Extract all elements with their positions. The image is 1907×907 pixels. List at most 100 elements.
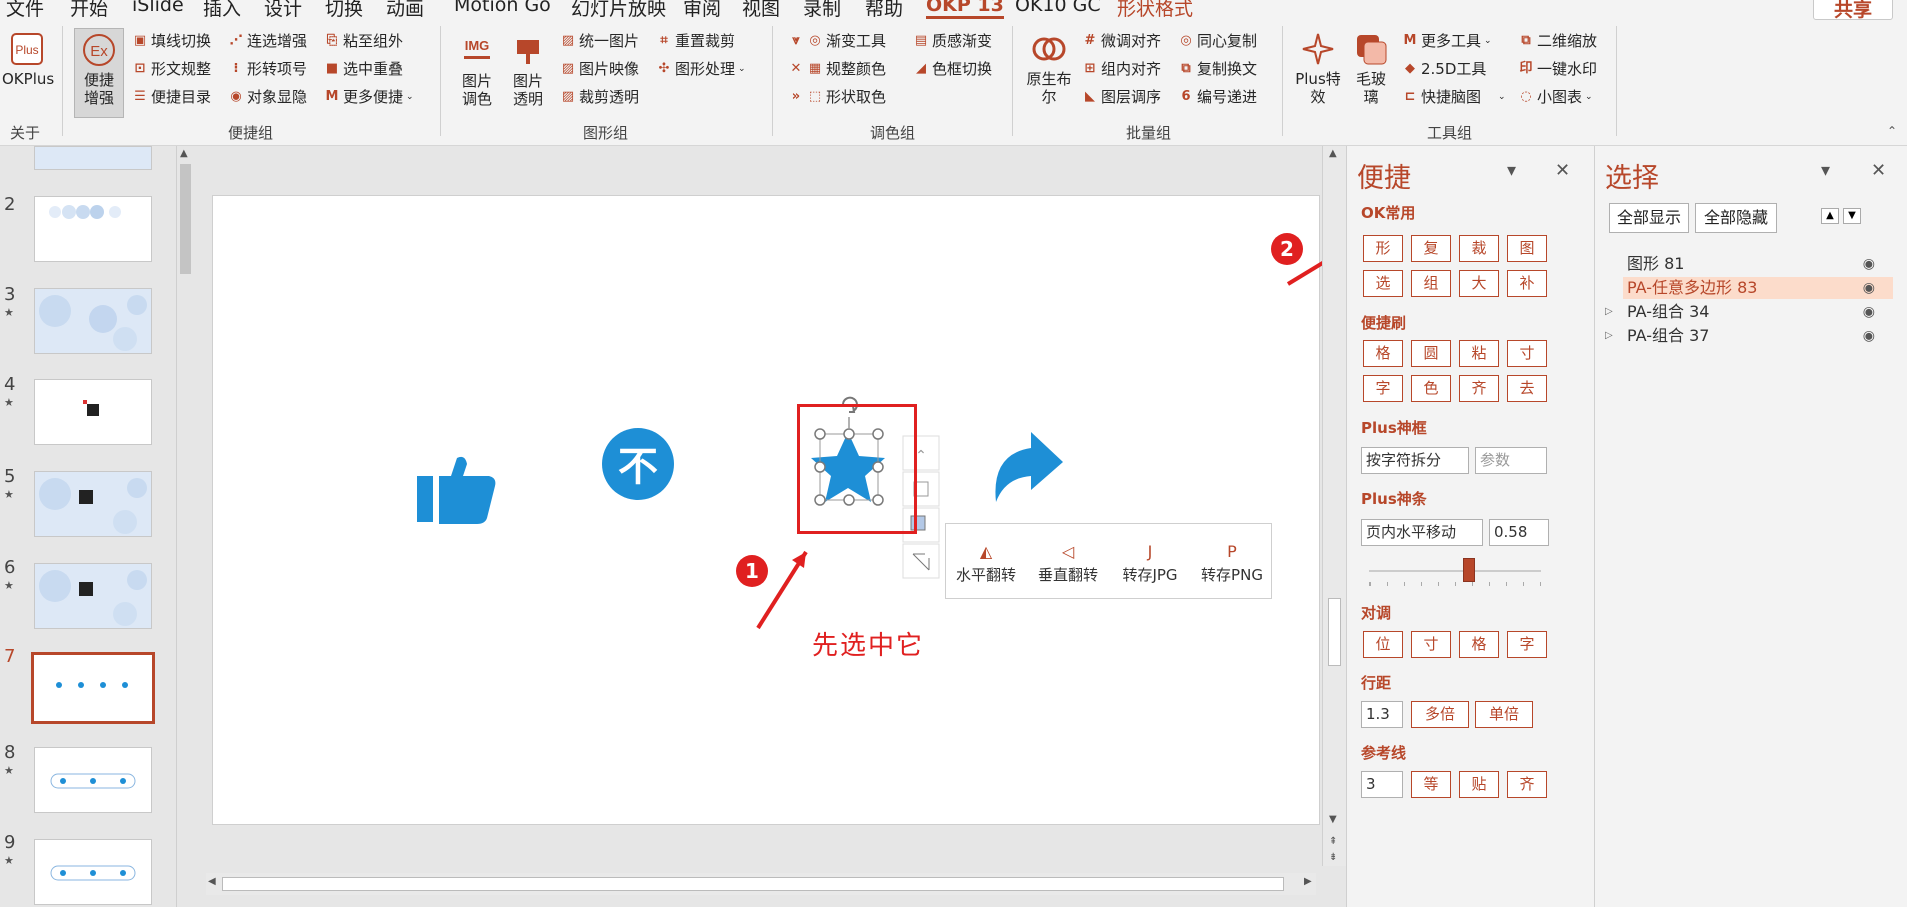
menu-design[interactable]: 设计 [264,0,302,21]
expand-triangle-icon[interactable]: ▷ [1605,325,1613,347]
slide-thumbnail[interactable] [34,839,152,905]
unify-image-button[interactable]: ▨ 统一图片 [560,30,639,51]
eye-icon[interactable]: ◉ [1863,301,1875,323]
crop-transparent-button[interactable]: ▨ 裁剪透明 [560,86,639,107]
select-overlap-button[interactable]: ■ 选中重叠 [324,58,403,79]
brush-format-button[interactable]: 格 [1363,340,1403,367]
ok-image-button[interactable]: 图 [1507,235,1547,262]
tool-25d-button[interactable]: ◆ 2.5D工具 [1402,58,1486,79]
normalize-color-button[interactable]: ✕ ▦ 规整颜色 [788,58,886,79]
move-up-icon[interactable]: ▲ [1821,208,1839,224]
frosted-glass-button[interactable]: 毛玻 璃 [1346,30,1396,106]
brush-color-button[interactable]: 色 [1411,375,1451,402]
save-png-button[interactable]: P 转存PNG [1192,542,1272,585]
menu-motion-go[interactable]: Motion Go [454,0,551,16]
scroll-down-icon[interactable]: ▼ [1329,814,1337,825]
scroll-up-icon[interactable]: ▲ [180,148,188,159]
menu-slideshow[interactable]: 幻灯片放映 [571,0,666,21]
move-slider-track[interactable] [1369,570,1541,572]
brush-align-button[interactable]: 齐 [1459,375,1499,402]
curved-arrow-icon[interactable] [995,432,1063,502]
guide-snap-button[interactable]: 贴 [1459,771,1499,798]
paste-outside-group-button[interactable]: ⎘ 粘至组外 [324,30,403,51]
more-bianjie-button[interactable]: M 更多便捷 ⌄ [324,86,414,107]
scroll-thumb[interactable] [180,164,191,274]
eye-icon[interactable]: ◉ [1863,277,1875,299]
scroll-thumb[interactable] [1328,598,1341,666]
quick-toc-button[interactable]: ☰ 便捷目录 [132,86,211,107]
share-button[interactable]: 共享 [1813,0,1893,21]
menu-islide[interactable]: iSlide [132,0,184,16]
mind-map-button[interactable]: ⊏ 快捷脑图 ⌄ [1402,86,1506,107]
save-jpg-button[interactable]: J 转存JPG [1110,542,1190,585]
slide-thumbnail[interactable] [34,288,152,354]
ok-shape-button[interactable]: 形 [1363,235,1403,262]
ok-size-button[interactable]: 大 [1459,270,1499,297]
okplus-button[interactable]: Plus OKPlus [2,30,54,88]
scroll-left-icon[interactable]: ◀ [208,876,216,887]
texture-gradient-button[interactable]: ▤ 质感渐变 [913,30,992,51]
swap-position-button[interactable]: 位 [1363,631,1403,658]
slide-thumbnail[interactable] [34,146,152,170]
slide-thumbnail-selected[interactable] [31,652,155,724]
bianjie-enhance-button[interactable]: Ex 便捷 增强 [74,28,124,118]
menu-review[interactable]: 审阅 [683,0,721,21]
native-boolean-button[interactable]: 原生布 尔 [1024,30,1074,106]
gradient-tool-button[interactable]: ⩔ ◎ 渐变工具 [788,30,886,51]
ok-copy-button[interactable]: 复 [1411,235,1451,262]
menu-help[interactable]: 帮助 [865,0,903,21]
shape-pick-color-button[interactable]: » ⬚ 形状取色 [788,86,886,107]
expand-triangle-icon[interactable]: ▷ [1605,301,1613,323]
menu-view[interactable]: 视图 [742,0,780,21]
image-color-button[interactable]: IMG 图片 调色 [452,32,502,108]
number-increment-button[interactable]: 6 编号递进 [1178,86,1257,107]
reset-crop-button[interactable]: ⌗ 重置裁剪 [656,30,735,51]
thumbnail-scrollbar[interactable]: ▲ [176,146,194,907]
mini-chart-button[interactable]: ◌ 小图表 ⌄ [1518,86,1592,107]
brush-size-button[interactable]: 寸 [1507,340,1547,367]
slide-vertical-scrollbar[interactable]: ▲ ▼ ⇞ ⇟ [1322,146,1346,866]
brush-round-button[interactable]: 圆 [1411,340,1451,367]
scroll-thumb[interactable] [222,877,1284,891]
slide-thumbnail[interactable] [34,747,152,813]
more-tools-button[interactable]: M 更多工具 ⌄ [1402,30,1492,51]
menu-home[interactable]: 开始 [70,0,108,21]
flip-horizontal-button[interactable]: ◭ 水平翻转 [946,542,1026,585]
swap-size-button[interactable]: 寸 [1411,631,1451,658]
scroll-right-icon[interactable]: ▶ [1304,876,1312,887]
menu-file[interactable]: 文件 [6,0,44,21]
brush-paste-button[interactable]: 粘 [1459,340,1499,367]
show-all-button[interactable]: 全部显示 [1609,203,1689,233]
concentric-copy-button[interactable]: ◎ 同心复制 [1178,30,1257,51]
group-align-button[interactable]: ⊞ 组内对齐 [1082,58,1161,79]
copy-replace-text-button[interactable]: ⧉ 复制换文 [1178,58,1257,79]
thumbs-up-icon[interactable] [417,456,496,524]
ok-group-button[interactable]: 组 [1411,270,1451,297]
brush-text-button[interactable]: 字 [1363,375,1403,402]
menu-record[interactable]: 录制 [803,0,841,21]
menu-transition[interactable]: 切换 [325,0,363,21]
circle-badge-icon[interactable]: 不 [602,428,674,500]
bar-value-input[interactable]: 0.58 [1489,519,1549,546]
menu-okp13[interactable]: OKP 13 [926,0,1004,19]
scroll-up-icon[interactable]: ▲ [1329,148,1337,159]
slide[interactable]: 不 ⌃ [212,195,1320,825]
slide-thumbnail[interactable] [34,471,152,537]
image-mirror-button[interactable]: ▨ 图片映像 [560,58,639,79]
slide-thumbnail[interactable] [34,563,152,629]
slide-thumbnail[interactable] [34,379,152,445]
line-spacing-input[interactable]: 1.3 [1361,701,1403,728]
frame-param-input[interactable]: 参数 [1475,447,1547,474]
multi-select-button[interactable]: ⋰ 连选增强 [228,30,308,51]
layer-row-selected[interactable]: PA-任意多边形 83 ◉ [1623,277,1893,299]
slide-thumbnail[interactable] [34,196,152,262]
frame-mode-select[interactable]: 按字符拆分 [1361,447,1469,474]
brush-remove-button[interactable]: 去 [1507,375,1547,402]
image-transparent-button[interactable]: 图片 透明 [503,32,553,108]
move-slider-knob[interactable] [1462,558,1475,582]
move-down-icon[interactable]: ▼ [1843,208,1861,224]
shape-process-button[interactable]: ✣ 图形处理 ⌄ [656,58,746,79]
layer-order-button[interactable]: ◣ 图层调序 [1082,86,1161,107]
menu-animation[interactable]: 动画 [386,0,424,21]
layer-row[interactable]: 图形 81 ◉ [1623,253,1893,275]
